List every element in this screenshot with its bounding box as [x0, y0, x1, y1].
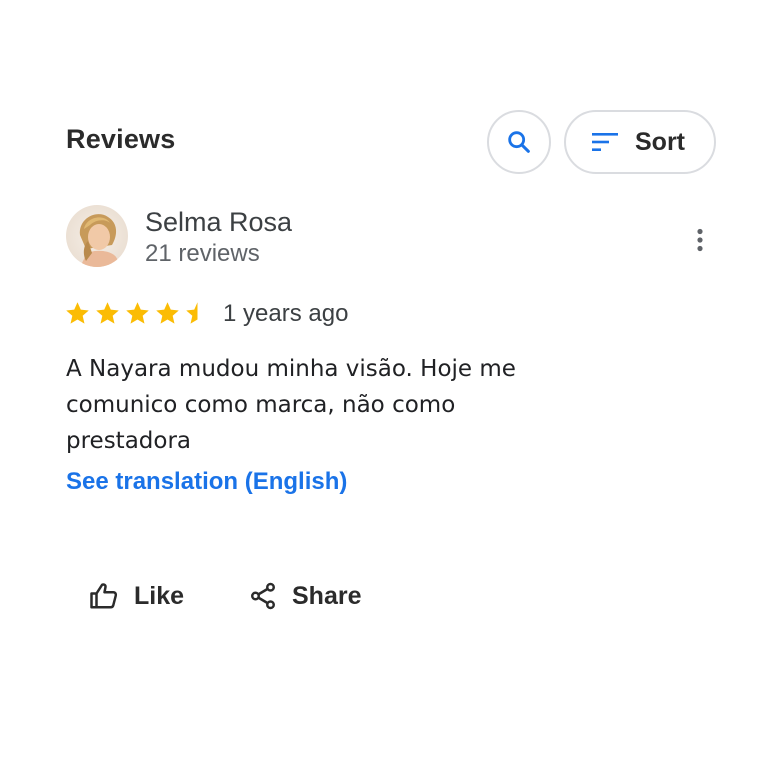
star-icon	[96, 302, 119, 324]
star-rating	[64, 300, 211, 327]
reviewer-name[interactable]: Selma Rosa	[145, 207, 292, 238]
like-button[interactable]: Like	[88, 578, 184, 614]
star-icon	[156, 302, 179, 324]
more-options-button[interactable]	[688, 224, 712, 256]
share-button[interactable]: Share	[248, 578, 361, 614]
star-icon	[66, 302, 89, 324]
star-icon	[126, 302, 149, 324]
search-reviews-button[interactable]	[487, 110, 551, 174]
sort-button[interactable]: Sort	[564, 110, 716, 174]
thumb-up-icon	[90, 583, 118, 609]
sort-icon	[592, 133, 618, 151]
reviews-title: Reviews	[66, 124, 176, 154]
review-date: 1 years ago	[223, 300, 349, 327]
reviewer-review-count: 21 reviews	[145, 240, 260, 267]
reviewer-avatar[interactable]	[66, 205, 128, 267]
search-icon	[508, 131, 530, 153]
see-translation-link[interactable]: See translation (English)	[66, 468, 347, 496]
star-icon	[186, 302, 198, 324]
more-vert-icon	[697, 228, 703, 252]
share-icon	[251, 582, 275, 610]
share-label: Share	[292, 581, 362, 610]
sort-label: Sort	[635, 127, 685, 156]
like-label: Like	[134, 581, 185, 610]
review-text: A Nayara mudou minha visão. Hoje me comu…	[66, 356, 516, 454]
